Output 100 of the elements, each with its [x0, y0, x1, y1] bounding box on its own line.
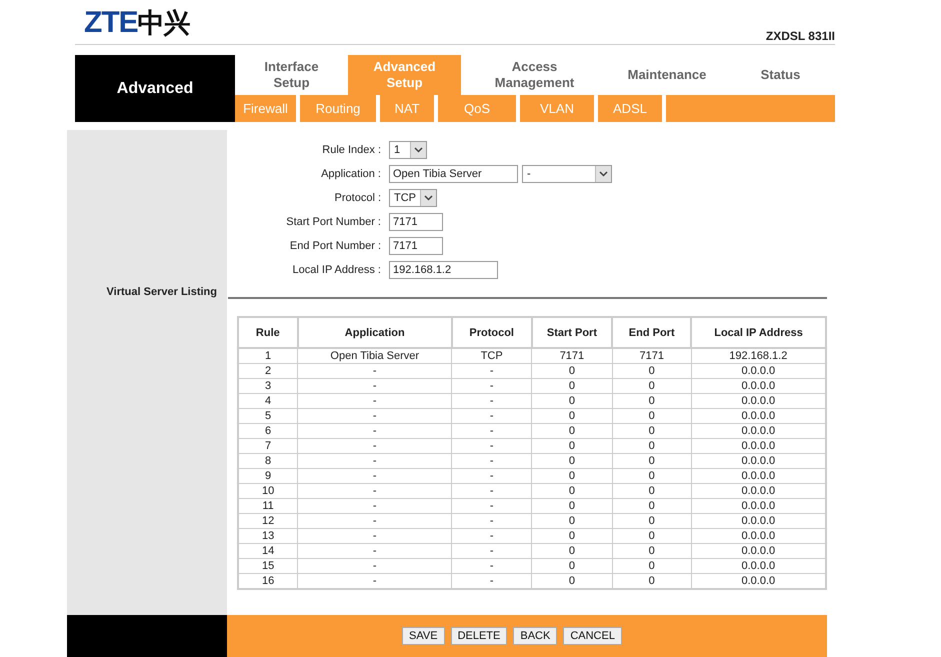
field-label: Protocol : [334, 192, 381, 204]
table-cell: 10 [238, 484, 298, 498]
input-field[interactable]: 7171 [389, 212, 443, 230]
table-cell: - [298, 364, 452, 378]
table-cell: - [452, 528, 532, 544]
table-cell: 0 [612, 468, 692, 484]
table-cell: 0 [532, 528, 612, 544]
nav-tab[interactable]: Access Management [461, 55, 608, 95]
field-label: Rule Index : [321, 144, 381, 156]
table-cell: 11 [238, 498, 298, 514]
dropdown[interactable]: TCP [389, 188, 437, 206]
field-label: Start Port Number : [285, 216, 381, 228]
table-cell: 0 [532, 424, 612, 438]
table-cell: 0 [612, 558, 692, 574]
table-cell: - [452, 514, 532, 528]
table-cell: - [452, 454, 532, 468]
nav-tab[interactable]: Maintenance [608, 55, 726, 95]
table-cell: - [452, 544, 532, 558]
table-cell: 0.0.0.0 [691, 364, 826, 378]
table-cell: 0 [612, 408, 692, 424]
input-field[interactable]: 7171 [389, 236, 443, 254]
table-cell: 0.0.0.0 [691, 438, 826, 454]
table-cell: - [298, 378, 452, 394]
table-cell: 13 [238, 528, 298, 544]
table-cell: - [452, 498, 532, 514]
action-button[interactable]: DELETE [450, 627, 508, 645]
table-cell: Open Tibia Server [298, 348, 452, 364]
table-cell: 0 [532, 484, 612, 498]
table-cell: 0 [532, 468, 612, 484]
table-cell: 0 [532, 558, 612, 574]
table-cell: 4 [238, 394, 298, 408]
action-button[interactable]: CANCEL [563, 627, 622, 645]
column-header: Rule [238, 317, 298, 348]
table-cell: 0.0.0.0 [691, 378, 826, 394]
table-cell: - [298, 468, 452, 484]
input-field[interactable]: 192.168.1.2 [389, 260, 498, 278]
table-cell: - [298, 408, 452, 424]
table-cell: 15 [238, 558, 298, 574]
table-cell: 7 [238, 438, 298, 454]
table-cell: 0.0.0.0 [691, 424, 826, 438]
table-cell: 5 [238, 408, 298, 424]
table-cell: - [452, 364, 532, 378]
column-header: Start Port [532, 317, 612, 348]
caret-icon [410, 142, 426, 158]
table-cell: 0 [612, 498, 692, 514]
table-cell: 192.168.1.2 [691, 348, 826, 364]
table-cell: 14 [238, 544, 298, 558]
table-cell: 0.0.0.0 [691, 558, 826, 574]
caret-icon [420, 190, 436, 206]
table-cell: 0.0.0.0 [691, 528, 826, 544]
column-header: End Port [612, 317, 692, 348]
dropdown[interactable]: 1 [389, 140, 427, 158]
table-cell: 0.0.0.0 [691, 394, 826, 408]
input-field[interactable]: Open Tibia Server [389, 164, 518, 182]
table-cell: 7171 [532, 348, 612, 364]
field-label: Local IP Address : [292, 264, 381, 276]
table-cell: - [298, 484, 452, 498]
logo: ZTE中兴 [84, 8, 190, 38]
nav-tab[interactable]: Interface Setup [235, 55, 348, 95]
field-label: Application : [320, 168, 381, 180]
table-cell: 0.0.0.0 [691, 468, 826, 484]
table-cell: 0 [532, 438, 612, 454]
table-cell: - [298, 544, 452, 558]
table-cell: 0 [532, 498, 612, 514]
caret-icon [595, 166, 611, 182]
table-cell: 0 [532, 544, 612, 558]
table-cell: - [298, 424, 452, 438]
table-cell: 0.0.0.0 [691, 484, 826, 498]
table-cell: - [452, 408, 532, 424]
section-label: Virtual Server Listing [106, 286, 217, 298]
table-cell: TCP [452, 348, 532, 364]
table-cell: - [298, 454, 452, 468]
table-cell: 0 [612, 484, 692, 498]
dropdown[interactable]: - [522, 164, 612, 182]
table-cell: 0 [612, 424, 692, 438]
table-cell: - [298, 558, 452, 574]
action-button[interactable]: SAVE [402, 627, 445, 645]
table-cell: - [452, 378, 532, 394]
table-cell: 6 [238, 424, 298, 438]
table-cell: 12 [238, 514, 298, 528]
table-cell: 0 [612, 544, 692, 558]
table-cell: - [298, 438, 452, 454]
table-cell: 8 [238, 454, 298, 468]
table-cell: - [452, 468, 532, 484]
table-cell: 0 [532, 408, 612, 424]
action-button[interactable]: BACK [513, 627, 558, 645]
table-cell: 0 [612, 364, 692, 378]
table-cell: 0 [532, 364, 612, 378]
table-cell: 0 [532, 394, 612, 408]
table-cell: 0 [612, 454, 692, 468]
table-cell: 1 [238, 348, 298, 364]
table-cell: 0 [612, 438, 692, 454]
table-cell: - [452, 484, 532, 498]
table-cell: - [452, 394, 532, 408]
table-cell: 0.0.0.0 [691, 544, 826, 558]
nav-tab[interactable]: Status [726, 55, 835, 95]
table-cell: 0 [532, 454, 612, 468]
model-name: ZXDSL 831II [766, 29, 835, 44]
table-cell: 0.0.0.0 [691, 514, 826, 528]
table-cell: - [298, 528, 452, 544]
